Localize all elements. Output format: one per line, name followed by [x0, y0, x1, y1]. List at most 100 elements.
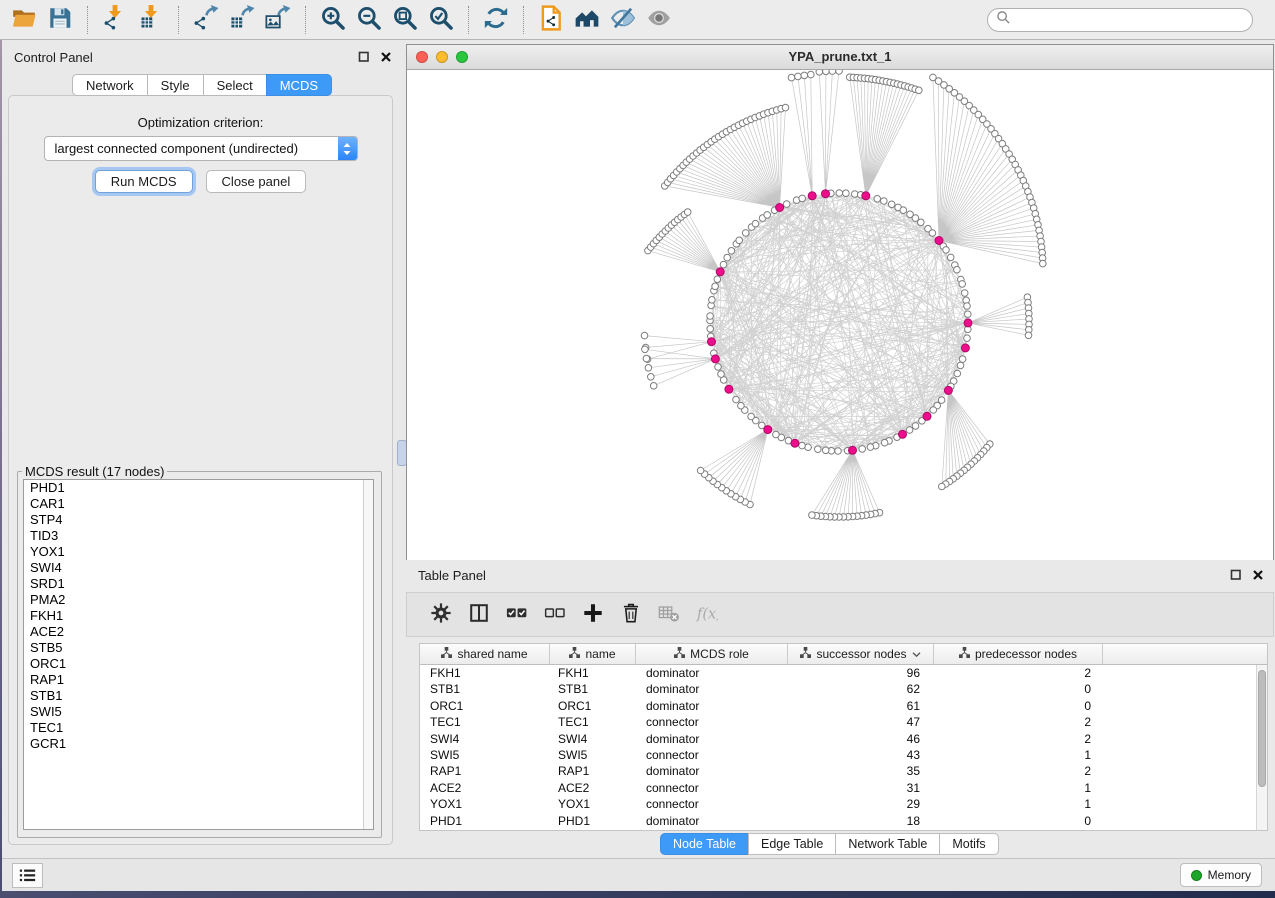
- mcds-result-item[interactable]: SWI4: [24, 560, 373, 576]
- mcds-result-item[interactable]: CAR1: [24, 496, 373, 512]
- table-cell[interactable]: SWI4: [420, 731, 550, 747]
- mcds-result-item[interactable]: YOX1: [24, 544, 373, 560]
- table-cell[interactable]: SWI5: [420, 747, 550, 763]
- table-cell[interactable]: 96: [788, 665, 934, 681]
- delete-row-button[interactable]: [615, 598, 647, 632]
- mcds-result-item[interactable]: ACE2: [24, 624, 373, 640]
- search-box[interactable]: [987, 8, 1253, 32]
- table-cell[interactable]: ORC1: [420, 698, 550, 714]
- table-cell[interactable]: SWI4: [550, 731, 636, 747]
- table-cell[interactable]: 31: [788, 780, 934, 796]
- table-scrollbar-thumb[interactable]: [1258, 670, 1266, 787]
- table-cell[interactable]: 2: [934, 763, 1103, 779]
- select-all-button[interactable]: [501, 598, 533, 632]
- table-cell[interactable]: 62: [788, 681, 934, 697]
- table-cell[interactable]: STB1: [420, 681, 550, 697]
- table-cell[interactable]: 18: [788, 813, 934, 829]
- table-cell[interactable]: dominator: [636, 681, 788, 697]
- optimization-criterion-select[interactable]: largest connected component (undirected): [44, 136, 358, 161]
- table-cell[interactable]: YOX1: [550, 796, 636, 812]
- table-cell[interactable]: YOX1: [420, 796, 550, 812]
- table-scrollbar[interactable]: [1256, 665, 1267, 830]
- network-from-file-button[interactable]: [533, 1, 569, 39]
- table-cell[interactable]: 1: [934, 780, 1103, 796]
- network-graph[interactable]: [407, 70, 1273, 560]
- table-cell[interactable]: 0: [934, 813, 1103, 829]
- table-cell[interactable]: 2: [934, 714, 1103, 730]
- table-cell[interactable]: connector: [636, 747, 788, 763]
- table-cell[interactable]: ACE2: [550, 780, 636, 796]
- zoom-selected-button[interactable]: [423, 1, 459, 39]
- close-panel-icon[interactable]: [1251, 568, 1264, 581]
- table-row[interactable]: FKH1FKH1dominator962: [420, 665, 1257, 681]
- hide-graphics-details-button[interactable]: [605, 1, 641, 39]
- table-cell[interactable]: ACE2: [420, 780, 550, 796]
- result-list-scrollbar[interactable]: [363, 480, 373, 829]
- table-cell[interactable]: FKH1: [420, 665, 550, 681]
- table-cell[interactable]: 2: [934, 665, 1103, 681]
- float-panel-icon[interactable]: [1229, 568, 1242, 581]
- table-cell[interactable]: TEC1: [420, 714, 550, 730]
- table-cell[interactable]: connector: [636, 780, 788, 796]
- table-cell[interactable]: 0: [934, 681, 1103, 697]
- column-header-name[interactable]: name: [550, 644, 636, 664]
- table-row[interactable]: PHD1PHD1dominator180: [420, 813, 1257, 829]
- table-cell[interactable]: 0: [934, 698, 1103, 714]
- mcds-result-item[interactable]: PHD1: [24, 480, 373, 496]
- table-row[interactable]: SWI4SWI4dominator462: [420, 731, 1257, 747]
- table-row[interactable]: ACE2ACE2connector311: [420, 780, 1257, 796]
- import-table-button[interactable]: [133, 1, 169, 39]
- table-row[interactable]: RAP1RAP1dominator352: [420, 763, 1257, 779]
- table-cell[interactable]: 1: [934, 747, 1103, 763]
- tab-network-table[interactable]: Network Table: [835, 833, 940, 855]
- export-network-button[interactable]: [188, 1, 224, 39]
- tab-mcds[interactable]: MCDS: [266, 74, 332, 96]
- table-cell[interactable]: dominator: [636, 698, 788, 714]
- zoom-out-button[interactable]: [351, 1, 387, 39]
- table-cell[interactable]: 29: [788, 796, 934, 812]
- mcds-result-item[interactable]: TEC1: [24, 720, 373, 736]
- column-header-successor-nodes[interactable]: successor nodes: [788, 644, 934, 664]
- table-cell[interactable]: 43: [788, 747, 934, 763]
- refresh-layout-button[interactable]: [478, 1, 514, 39]
- mcds-result-item[interactable]: RAP1: [24, 672, 373, 688]
- export-image-button[interactable]: [260, 1, 296, 39]
- run-mcds-button[interactable]: Run MCDS: [95, 170, 193, 193]
- show-graphics-details-button[interactable]: [641, 1, 677, 39]
- table-cell[interactable]: dominator: [636, 813, 788, 829]
- close-panel-button[interactable]: Close panel: [206, 170, 307, 193]
- tab-edge-table[interactable]: Edge Table: [748, 833, 836, 855]
- task-history-button[interactable]: [12, 863, 43, 888]
- deselect-all-button[interactable]: [539, 598, 571, 632]
- table-row[interactable]: YOX1YOX1connector291: [420, 796, 1257, 812]
- zoom-fit-button[interactable]: [387, 1, 423, 39]
- table-cell[interactable]: dominator: [636, 731, 788, 747]
- table-cell[interactable]: dominator: [636, 665, 788, 681]
- mcds-result-item[interactable]: FKH1: [24, 608, 373, 624]
- table-cell[interactable]: RAP1: [420, 763, 550, 779]
- table-cell[interactable]: PHD1: [420, 813, 550, 829]
- table-cell[interactable]: TEC1: [550, 714, 636, 730]
- mcds-result-item[interactable]: ORC1: [24, 656, 373, 672]
- table-cell[interactable]: STB1: [550, 681, 636, 697]
- column-header-shared-name[interactable]: shared name: [420, 644, 550, 664]
- table-cell[interactable]: FKH1: [550, 665, 636, 681]
- export-table-button[interactable]: [224, 1, 260, 39]
- mcds-result-item[interactable]: STB5: [24, 640, 373, 656]
- table-row[interactable]: TEC1TEC1connector472: [420, 714, 1257, 730]
- table-cell[interactable]: 1: [934, 796, 1103, 812]
- add-row-button[interactable]: [577, 598, 609, 632]
- mcds-result-item[interactable]: SRD1: [24, 576, 373, 592]
- mcds-result-item[interactable]: STB1: [24, 688, 373, 704]
- table-cell[interactable]: 35: [788, 763, 934, 779]
- close-panel-icon[interactable]: [379, 50, 392, 63]
- table-cell[interactable]: ORC1: [550, 698, 636, 714]
- settings-gear-button[interactable]: [425, 598, 457, 632]
- column-layout-button[interactable]: [463, 598, 495, 632]
- table-cell[interactable]: 61: [788, 698, 934, 714]
- table-cell[interactable]: 47: [788, 714, 934, 730]
- delete-table-button[interactable]: [653, 598, 685, 632]
- table-cell[interactable]: dominator: [636, 763, 788, 779]
- table-row[interactable]: SWI5SWI5connector431: [420, 747, 1257, 763]
- table-cell[interactable]: 2: [934, 731, 1103, 747]
